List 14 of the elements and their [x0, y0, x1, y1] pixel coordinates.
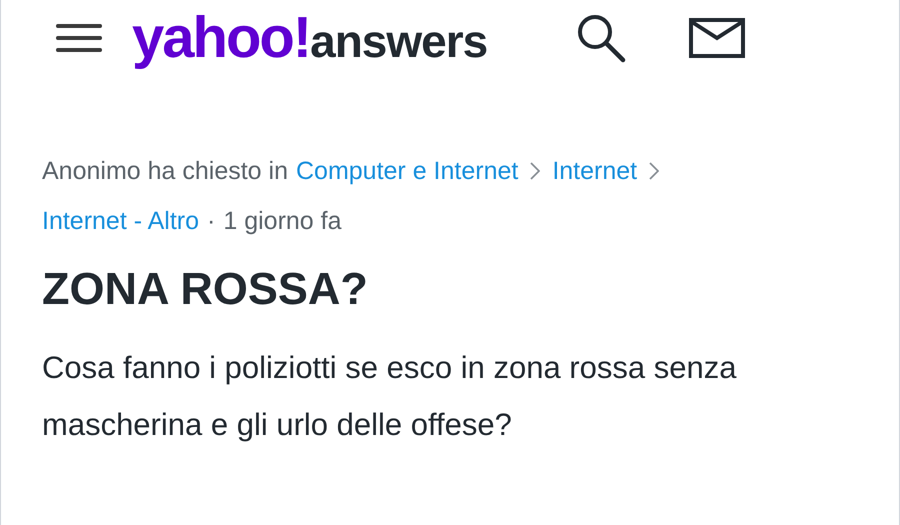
chevron-icon [530, 162, 540, 180]
question-text: Cosa fanno i poliziotti se esco in zona rossa senza mascherina e gli urlo delle offese? [42, 349, 738, 444]
category-link[interactable]: Internet [552, 146, 638, 196]
category-link[interactable]: Internet - Altro [42, 196, 200, 246]
logo[interactable]: yahoo!answers [132, 9, 488, 67]
time-ago: 1 giorno fa [223, 206, 342, 237]
question-title: ZONA ROSSA? [42, 262, 369, 316]
mail-icon[interactable] [689, 18, 746, 58]
search-icon[interactable] [575, 12, 628, 64]
separator-dot: · [207, 206, 216, 237]
category-link[interactable]: Computer e Internet [296, 146, 518, 196]
chevron-icon [649, 162, 660, 180]
asker-text: Anonimo ha chiesto in [42, 156, 288, 187]
menu-icon[interactable] [56, 23, 102, 53]
